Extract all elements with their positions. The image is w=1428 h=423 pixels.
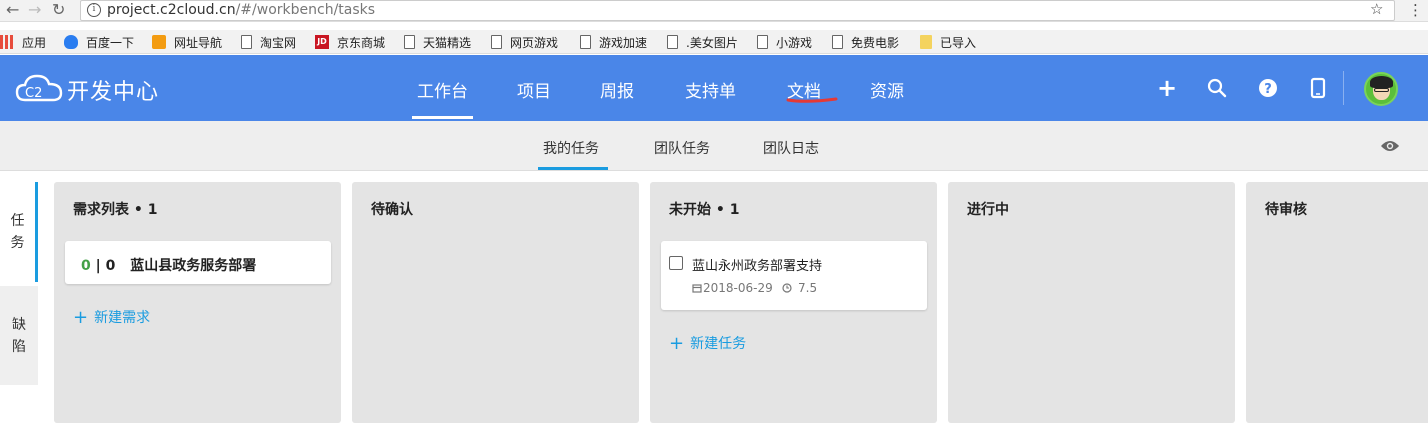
- bookmark-hao123[interactable]: 网址导航: [152, 32, 222, 52]
- column-title: 待审核: [1265, 202, 1307, 218]
- reload-icon[interactable]: ↻: [52, 1, 65, 19]
- app-title[interactable]: 开发中心: [67, 74, 159, 106]
- requirement-done-count: 0: [81, 258, 91, 274]
- mobile-icon[interactable]: [1307, 77, 1329, 99]
- svg-text:?: ?: [1264, 82, 1272, 97]
- cloud-logo-icon[interactable]: C2: [15, 72, 63, 104]
- column-pending-confirmation: 待确认: [352, 182, 639, 423]
- bookmark-imported[interactable]: 已导入: [920, 32, 976, 52]
- task-card[interactable]: 蓝山永州政务部署支持 2018-06-29 7.5: [661, 241, 927, 310]
- bookmark-game-accel[interactable]: 游戏加速: [580, 32, 647, 52]
- browser-address-bar: ← → ↻ i project.c2cloud.cn/#/workbench/t…: [0, 0, 1428, 22]
- logo-badge: C2: [25, 86, 42, 101]
- sub-tab-bar: 我的任务 团队任务 团队日志: [0, 121, 1428, 171]
- bookmark-star-icon[interactable]: ☆: [1370, 0, 1383, 18]
- side-tab-tasks[interactable]: 任 务: [0, 182, 38, 282]
- app-header: C2 开发中心 工作台 项目 周报 支持单 文档 资源 + ?: [0, 55, 1428, 121]
- nav-support-tickets[interactable]: 支持单: [685, 77, 736, 102]
- column-not-started: 未开始 • 1 蓝山永州政务部署支持 2018-06-29 7.5 + 新建任务: [650, 182, 937, 423]
- folder-icon: [920, 35, 932, 49]
- page-icon: [241, 35, 252, 49]
- apps-icon: [0, 35, 14, 49]
- eye-icon[interactable]: [1380, 139, 1400, 153]
- tab-team-tasks[interactable]: 团队任务: [654, 138, 710, 158]
- bookmark-minigames[interactable]: 小游戏: [757, 32, 812, 52]
- header-divider: [1343, 71, 1344, 105]
- calendar-icon: [692, 284, 702, 293]
- column-title: 未开始 • 1: [669, 202, 740, 218]
- avatar-glasses: [1374, 88, 1389, 92]
- info-icon[interactable]: i: [87, 3, 101, 17]
- add-requirement-button[interactable]: + 新建需求: [73, 307, 150, 328]
- requirement-total-count: 0: [105, 258, 116, 274]
- column-in-progress: 进行中: [948, 182, 1235, 423]
- avatar-hair: [1370, 76, 1393, 88]
- page-icon: [832, 35, 843, 49]
- nav-workbench[interactable]: 工作台: [417, 77, 468, 102]
- browser-menu-icon[interactable]: ⋮: [1408, 1, 1423, 19]
- bookmark-jd[interactable]: JD 京东商城: [315, 32, 385, 52]
- bookmarks-bar: 应用 百度一下 网址导航 淘宝网 JD 京东商城 天猫精选 网页游戏 游戏加速 .…: [0, 30, 1428, 54]
- clock-icon: [782, 283, 792, 293]
- forward-icon[interactable]: →: [28, 1, 41, 19]
- help-icon[interactable]: ?: [1257, 77, 1279, 99]
- bookmark-webgames[interactable]: 网页游戏: [491, 32, 558, 52]
- requirement-card[interactable]: 0 | 0 蓝山县政务服务部署: [65, 241, 331, 284]
- column-requirements: 需求列表 • 1 0 | 0 蓝山县政务服务部署 + 新建需求: [54, 182, 341, 423]
- column-pending-review: 待审核: [1246, 182, 1428, 423]
- task-hours: 7.5: [798, 281, 818, 295]
- user-avatar[interactable]: [1364, 72, 1398, 106]
- hao123-icon: [152, 35, 166, 49]
- nav-resources[interactable]: 资源: [870, 77, 904, 102]
- add-icon[interactable]: +: [1156, 76, 1178, 100]
- task-name: 蓝山永州政务部署支持: [692, 259, 823, 274]
- url-field[interactable]: i project.c2cloud.cn/#/workbench/tasks: [80, 0, 1395, 21]
- subtab-active-indicator: [538, 167, 608, 170]
- page-icon: [757, 35, 768, 49]
- bookmark-movies[interactable]: 免费电影: [832, 32, 899, 52]
- plus-icon: +: [669, 333, 685, 354]
- nav-active-indicator: [412, 116, 473, 119]
- bookmark-pictures[interactable]: .美女图片: [667, 32, 738, 52]
- page-icon: [667, 35, 678, 49]
- bookmark-tmall[interactable]: 天猫精选: [404, 32, 471, 52]
- column-title: 待确认: [371, 202, 413, 218]
- page-icon: [491, 35, 502, 49]
- nav-projects[interactable]: 项目: [517, 77, 551, 102]
- page-icon: [404, 35, 415, 49]
- red-underline-annotation: [786, 97, 838, 103]
- column-title: 需求列表 • 1: [73, 202, 158, 218]
- add-task-button[interactable]: + 新建任务: [669, 333, 746, 354]
- baidu-icon: [64, 35, 78, 49]
- task-due-date: 2018-06-29: [703, 281, 773, 295]
- side-tab-defects[interactable]: 缺 陷: [0, 286, 38, 385]
- requirement-name: 蓝山县政务服务部署: [130, 258, 257, 274]
- requirement-count-separator: |: [95, 258, 101, 274]
- url-host: project.c2cloud.cn: [107, 2, 236, 18]
- page-icon: [580, 35, 591, 49]
- bookmark-baidu[interactable]: 百度一下: [64, 32, 134, 52]
- bookmark-taobao[interactable]: 淘宝网: [241, 32, 296, 52]
- bookmark-apps[interactable]: 应用: [0, 32, 46, 52]
- tab-team-log[interactable]: 团队日志: [763, 138, 819, 158]
- nav-weekly-report[interactable]: 周报: [600, 77, 634, 102]
- search-icon[interactable]: [1206, 77, 1228, 99]
- tab-my-tasks[interactable]: 我的任务: [543, 138, 599, 158]
- column-title: 进行中: [967, 202, 1009, 218]
- back-icon[interactable]: ←: [6, 1, 19, 19]
- url-path: /#/workbench/tasks: [235, 2, 376, 18]
- task-checkbox[interactable]: [669, 256, 683, 270]
- plus-icon: +: [73, 307, 89, 328]
- jd-icon: JD: [315, 35, 329, 49]
